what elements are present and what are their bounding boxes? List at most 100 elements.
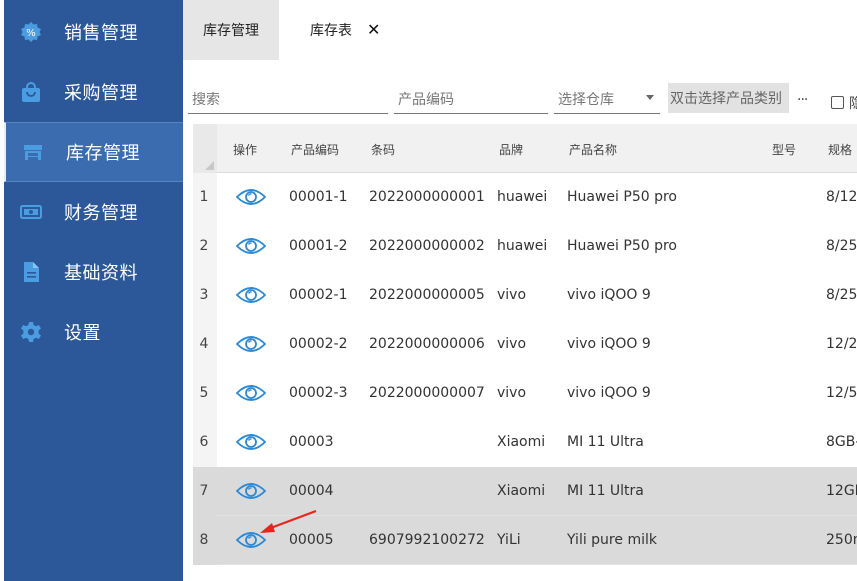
row-number: 4: [199, 336, 209, 352]
product-code-input[interactable]: 产品编码: [394, 84, 548, 114]
cell-product-name: vivo iQOO 9: [567, 287, 651, 303]
close-icon[interactable]: ✕: [367, 20, 380, 39]
cell-product-name: Huawei P50 pro: [567, 189, 677, 205]
select-all-corner[interactable]: [193, 124, 217, 173]
cell-brand: huawei: [497, 189, 548, 205]
annotation-arrow: [260, 509, 317, 533]
row-number: 8: [199, 532, 209, 548]
view-eye-icon[interactable]: [236, 235, 266, 257]
tab-label: 库存表: [310, 23, 352, 39]
warehouse-placeholder: 选择仓库: [558, 91, 614, 108]
sidebar-item-label: 采购管理: [64, 83, 138, 104]
cell-product-code: 00002-1: [289, 287, 348, 303]
tab-bar: 库存管理 库存表 ✕: [183, 0, 857, 60]
product-category-field[interactable]: 双击选择产品类别: [668, 83, 789, 113]
cell-spec: 12/5: [826, 385, 857, 401]
cell-product-name: MI 11 Ultra: [567, 434, 644, 450]
cell-product-code: 00004: [289, 483, 334, 499]
cell-product-name: MI 11 Ultra: [567, 483, 644, 499]
cell-product-name: vivo iQOO 9: [567, 385, 651, 401]
view-eye-icon[interactable]: [236, 382, 266, 404]
header-actions[interactable]: 操作: [233, 141, 257, 158]
cell-barcode: 2022000000002: [369, 238, 485, 254]
gear-icon: [20, 321, 42, 343]
cell-spec: 12/2: [826, 336, 857, 352]
cell-spec: 250m: [826, 532, 857, 548]
tab-inventory-table[interactable]: 库存表 ✕: [279, 0, 399, 60]
warehouse-icon: [22, 141, 44, 163]
sidebar-item-finance[interactable]: 财务管理: [4, 182, 183, 242]
cell-barcode: 2022000000001: [369, 189, 485, 205]
table-row[interactable]: 3 00002-1 2022000000005 vivo vivo iQOO 9 8/25: [193, 271, 857, 320]
row-number: 2: [199, 238, 209, 254]
row-number: 1: [199, 189, 209, 205]
view-eye-icon[interactable]: [236, 480, 266, 502]
cell-spec: 12GB: [826, 483, 857, 499]
cell-product-code: 00002-2: [289, 336, 348, 352]
inventory-table: 操作 产品编码 条码 品牌 产品名称 型号 规格 1 00001-1 2022000…: [193, 124, 857, 565]
sales-icon: %: [20, 21, 42, 43]
cell-product-name: Yili pure milk: [567, 532, 657, 548]
cell-brand: Xiaomi: [497, 483, 546, 499]
cell-product-name: vivo iQOO 9: [567, 336, 651, 352]
cell-product-code: 00002-3: [289, 385, 348, 401]
header-brand[interactable]: 品牌: [499, 141, 523, 158]
search-input[interactable]: 搜索: [188, 84, 388, 114]
cell-brand: vivo: [497, 385, 527, 401]
table-row[interactable]: 2 00001-2 2022000000002 huawei Huawei P50 pr…: [193, 222, 857, 271]
corner-triangle-icon: [205, 161, 214, 170]
header-product-name[interactable]: 产品名称: [569, 141, 617, 158]
sidebar-item-label: 财务管理: [64, 203, 138, 224]
more-button[interactable]: ...: [797, 88, 808, 104]
header-model[interactable]: 型号: [772, 141, 796, 158]
cell-brand: huawei: [497, 238, 548, 254]
header-product-code[interactable]: 产品编码: [291, 141, 339, 158]
cell-spec: 8/25: [826, 287, 857, 303]
sidebar-item-label: 设置: [64, 323, 101, 344]
view-eye-icon[interactable]: [236, 333, 266, 355]
cell-brand: vivo: [497, 336, 527, 352]
main-area: 库存管理 库存表 ✕ 搜索 产品编码 选择仓库 双击选择产品类别 ... 隐 操…: [183, 0, 857, 581]
product-code-placeholder: 产品编码: [398, 91, 454, 108]
table-row[interactable]: 6 00003 Xiaomi MI 11 Ultra 8GB-: [193, 418, 857, 467]
sidebar-item-label: 库存管理: [66, 143, 140, 164]
cell-product-name: Huawei P50 pro: [567, 238, 677, 254]
cell-barcode: 2022000000005: [369, 287, 485, 303]
header-barcode[interactable]: 条码: [371, 141, 395, 158]
cell-barcode: 2022000000007: [369, 385, 485, 401]
cell-spec: 8/25: [826, 238, 857, 254]
cell-brand: vivo: [497, 287, 527, 303]
view-eye-icon[interactable]: [236, 284, 266, 306]
cell-spec: 8GB-: [826, 434, 857, 450]
table-row[interactable]: 1 00001-1 2022000000001 huawei Huawei P50 pr…: [193, 173, 857, 222]
cell-brand: YiLi: [497, 532, 521, 548]
product-category-label: 双击选择产品类别: [670, 91, 782, 107]
sidebar-item-basic-data[interactable]: 基础资料: [4, 242, 183, 302]
cell-brand: Xiaomi: [497, 434, 546, 450]
table-row[interactable]: 5 00002-3 2022000000007 vivo vivo iQOO 9 12/5: [193, 369, 857, 418]
sidebar-item-sales[interactable]: % 销售管理: [4, 2, 183, 62]
tab-label: 库存管理: [203, 23, 259, 39]
search-placeholder: 搜索: [192, 91, 220, 108]
cell-barcode: 6907992100272: [369, 532, 485, 548]
sidebar-item-purchase[interactable]: 采购管理: [4, 62, 183, 122]
sidebar-item-inventory[interactable]: 库存管理: [4, 122, 183, 182]
hide-checkbox[interactable]: [831, 96, 844, 109]
sidebar: % 销售管理 采购管理 库存管理 财务管理 基础资料 设置: [4, 0, 183, 581]
tab-inventory-management[interactable]: 库存管理: [183, 0, 279, 60]
cell-product-code: 00001-1: [289, 189, 348, 205]
row-number: 5: [199, 385, 209, 401]
cell-barcode: 2022000000006: [369, 336, 485, 352]
document-icon: [20, 261, 42, 283]
hide-checkbox-label: 隐: [849, 96, 857, 112]
view-eye-icon[interactable]: [236, 431, 266, 453]
cell-product-code: 00003: [289, 434, 334, 450]
row-number: 6: [199, 434, 209, 450]
header-spec[interactable]: 规格: [828, 141, 852, 158]
view-eye-icon[interactable]: [236, 186, 266, 208]
table-row[interactable]: 4 00002-2 2022000000006 vivo vivo iQOO 9 12/2: [193, 320, 857, 369]
row-number: 7: [199, 483, 209, 499]
sidebar-item-settings[interactable]: 设置: [4, 302, 183, 362]
warehouse-select[interactable]: 选择仓库: [554, 84, 660, 114]
row-number: 3: [199, 287, 209, 303]
